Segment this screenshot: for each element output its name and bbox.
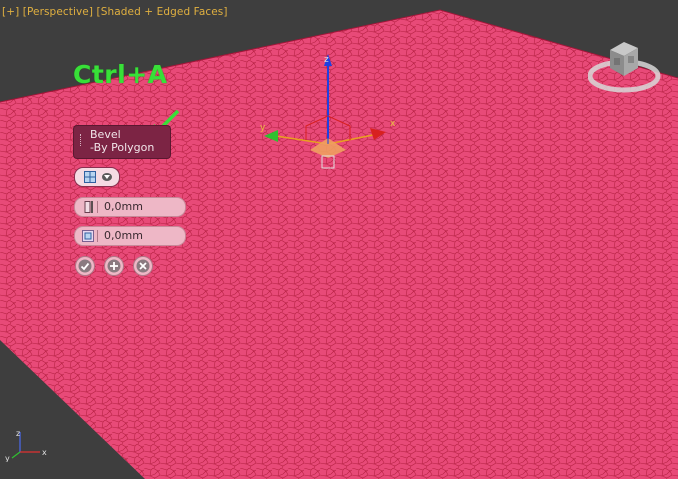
outline-icon [82,230,94,242]
viewport-menu-plus[interactable]: [+] [2,6,19,18]
chevron-down-icon [102,173,112,181]
caddy-title-line2: -By Polygon [90,141,155,154]
hotkey-annotation: Ctrl+A [73,60,168,89]
ok-button[interactable] [75,256,95,276]
bevel-height-field[interactable]: 0,0mm [74,197,186,217]
x-icon [136,259,150,273]
viewport-menu-shading[interactable]: [Shaded + Edged Faces] [97,6,228,18]
gizmo-z-label: z [324,55,329,65]
bevel-mode-dropdown[interactable] [74,167,120,187]
grid-icon [84,171,96,183]
viewport-menu-perspective[interactable]: [Perspective] [23,6,93,18]
gizmo-x-label: x [390,119,396,129]
y-axis-arrow [264,130,278,142]
world-axis-tripod: z x y [5,429,47,462]
bevel-caddy-title[interactable]: Bevel -By Polygon [74,126,170,158]
cancel-button[interactable] [133,256,153,276]
x-axis-arrow [370,128,386,140]
transform-gizmo[interactable]: z x y [250,50,410,174]
axis-z-label: z [16,429,20,438]
bevel-outline-field[interactable]: 0,0mm [74,226,186,246]
axis-y-label: y [5,454,10,462]
caddy-title-line1: Bevel [90,128,121,141]
viewport-label: [+] [Perspective] [Shaded + Edged Faces] [2,6,228,18]
gizmo-y-label: y [260,123,266,133]
axis-x-label: x [42,448,47,457]
checkmark-icon [78,259,92,273]
height-value[interactable]: 0,0mm [104,200,143,213]
height-icon [84,201,93,213]
outline-value[interactable]: 0,0mm [104,229,143,242]
plus-icon [107,259,121,273]
viewcube[interactable] [588,34,662,96]
apply-and-continue-button[interactable] [104,256,124,276]
caddy-drag-handle[interactable] [80,134,83,146]
